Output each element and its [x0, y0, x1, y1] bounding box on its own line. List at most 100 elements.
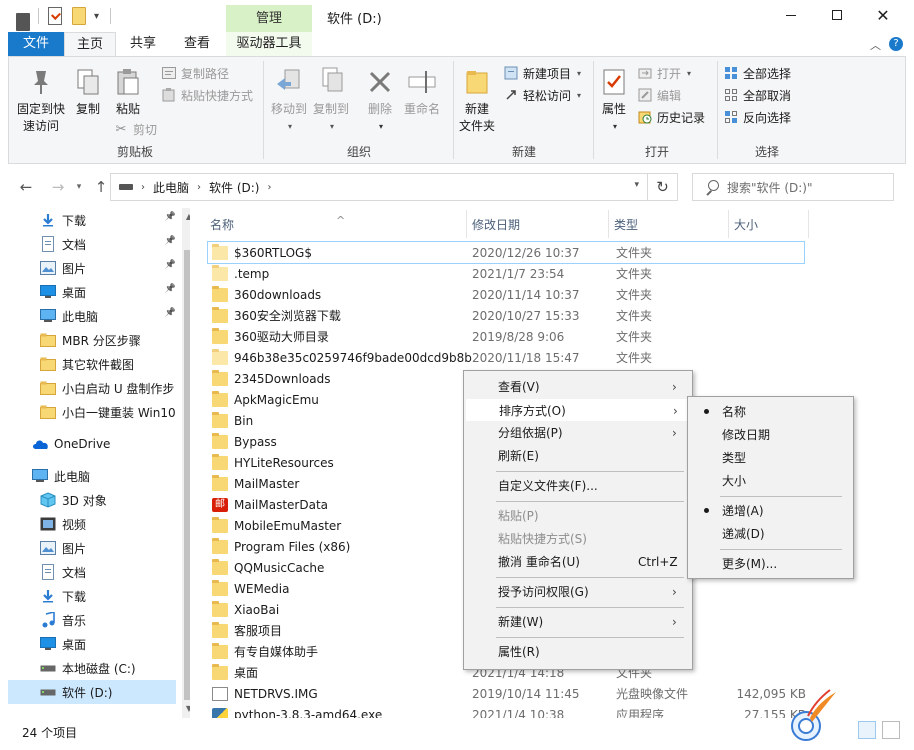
menu-item-give-access[interactable]: 授予访问权限(G) ›	[466, 581, 690, 603]
file-row[interactable]: 360安全浏览器下载 2020/10/27 15:33 文件夹	[208, 305, 806, 326]
copy-to-button[interactable]: 复制到 ▾	[311, 65, 351, 135]
nav-item[interactable]: 此电脑	[8, 464, 176, 488]
file-row[interactable]: NETDRVS.IMG 2019/10/14 11:45 光盘映像文件 142,095…	[208, 683, 806, 704]
tab-share[interactable]: 共享	[122, 32, 164, 56]
file-row[interactable]: .temp 2021/1/7 23:54 文件夹	[208, 263, 806, 284]
scroll-up-icon[interactable]: ▲	[182, 210, 190, 224]
up-button[interactable]: ↑	[90, 176, 112, 198]
chevron-right-icon[interactable]: ›	[197, 182, 201, 193]
nav-item[interactable]: 其它软件截图	[8, 352, 176, 376]
nav-item[interactable]: 下载	[8, 584, 176, 608]
submenu-item-date-modified[interactable]: 修改日期	[690, 424, 851, 446]
submenu-item-size[interactable]: 大小	[690, 470, 851, 492]
column-header-type[interactable]: 类型	[608, 214, 728, 236]
manage-tab-group[interactable]: 管理	[226, 5, 312, 32]
nav-scroll-thumb[interactable]	[184, 250, 190, 700]
submenu-item-name[interactable]: 名称	[690, 401, 851, 423]
menu-item-view[interactable]: 查看(V) ›	[466, 376, 690, 398]
minimize-button[interactable]	[768, 0, 814, 30]
nav-item[interactable]: 桌面	[8, 632, 176, 656]
file-row[interactable]: 360downloads 2020/11/14 10:37 文件夹	[208, 284, 806, 305]
pin-quick-access-button[interactable]: 固定到快速访问	[13, 65, 69, 135]
file-row[interactable]: 360驱动大师目录 2019/8/28 9:06 文件夹	[208, 326, 806, 347]
nav-item[interactable]: 图片	[8, 536, 176, 560]
invert-selection-button[interactable]: 反向选择	[723, 107, 791, 127]
menu-item-customize-folder[interactable]: 自定义文件夹(F)...	[466, 475, 690, 497]
chevron-right-icon[interactable]: ›	[267, 182, 271, 193]
menu-item-paste-shortcut[interactable]: 粘贴快捷方式(S)	[466, 528, 690, 550]
breadcrumb-drive-d[interactable]: 软件 (D:)	[209, 179, 259, 196]
open-button[interactable]: 打开 ▾	[637, 63, 691, 83]
close-button[interactable]: ✕	[860, 0, 906, 30]
move-to-button[interactable]: 移动到 ▾	[269, 65, 309, 135]
history-button[interactable]: 历史记录	[637, 107, 705, 127]
nav-item[interactable]: 文档	[8, 560, 176, 584]
properties-quick-icon[interactable]	[48, 7, 62, 25]
new-item-button[interactable]: 新建项目 ▾	[503, 63, 581, 83]
new-folder-quick-icon[interactable]	[72, 7, 86, 25]
pin-icon[interactable]: 📌	[165, 260, 176, 270]
nav-item[interactable]: 下载 📌	[8, 208, 176, 232]
new-folder-button[interactable]: 新建 文件夹	[457, 65, 497, 135]
nav-item[interactable]: 音乐	[8, 608, 176, 632]
menu-item-new[interactable]: 新建(W) ›	[466, 611, 690, 633]
menu-item-properties[interactable]: 属性(R)	[466, 641, 690, 663]
menu-item-undo-rename[interactable]: 撤消 重命名(U) Ctrl+Z	[466, 551, 690, 573]
file-row[interactable]: python-3.8.3-amd64.exe 2021/1/4 10:38 应用程序…	[208, 704, 806, 718]
column-header-name[interactable]: ^ 名称	[204, 214, 464, 236]
back-button[interactable]: ←	[15, 176, 37, 198]
tab-drive-tools[interactable]: 驱动器工具	[226, 32, 312, 56]
copy-button[interactable]: 复制	[71, 65, 105, 118]
tab-view[interactable]: 查看	[176, 32, 218, 56]
properties-button[interactable]: 属性 ▾	[599, 65, 629, 135]
recent-locations-button[interactable]: ▾	[72, 176, 86, 198]
pin-icon[interactable]: 📌	[165, 212, 176, 222]
chevron-right-icon[interactable]: ›	[141, 182, 145, 193]
nav-item[interactable]: 软件 (D:)	[8, 680, 176, 704]
nav-item[interactable]: 小白一键重装 Win10	[8, 400, 176, 424]
pin-icon[interactable]: 📌	[165, 284, 176, 294]
easy-access-button[interactable]: 轻松访问 ▾	[503, 85, 581, 105]
paste-shortcut-button[interactable]: 粘贴快捷方式	[161, 85, 253, 105]
edit-button[interactable]: 编辑	[637, 85, 681, 105]
file-row[interactable]: 946b38e35c0259746f9bade00dcd9b8b 2020/11/…	[208, 347, 806, 368]
breadcrumb-this-pc[interactable]: 此电脑	[153, 179, 189, 196]
nav-item[interactable]: OneDrive	[8, 432, 176, 456]
delete-button[interactable]: 删除 ▾	[365, 65, 395, 135]
nav-item[interactable]: 桌面 📌	[8, 280, 176, 304]
forward-button[interactable]: →	[47, 176, 69, 198]
submenu-item-type[interactable]: 类型	[690, 447, 851, 469]
pin-icon[interactable]: 📌	[165, 308, 176, 318]
details-view-icon[interactable]	[858, 721, 876, 739]
submenu-item-descending[interactable]: 递减(D)	[690, 523, 851, 545]
nav-item[interactable]: 本地磁盘 (C:)	[8, 656, 176, 680]
nav-item[interactable]: 视频	[8, 512, 176, 536]
tab-file[interactable]: 文件	[8, 32, 64, 56]
column-header-size[interactable]: 大小	[728, 214, 808, 236]
menu-item-refresh[interactable]: 刷新(E)	[466, 445, 690, 467]
nav-item[interactable]: 图片 📌	[8, 256, 176, 280]
address-bar[interactable]: › 此电脑 › 软件 (D:) › ▾	[110, 173, 648, 201]
search-input[interactable]: 搜索"软件 (D:)"	[692, 173, 894, 201]
tab-home[interactable]: 主页	[64, 32, 116, 56]
large-icons-view-icon[interactable]	[882, 721, 900, 739]
menu-item-sort-by[interactable]: 排序方式(O) ›	[466, 399, 690, 421]
address-dropdown-icon[interactable]: ▾	[634, 180, 639, 190]
submenu-item-more[interactable]: 更多(M)...	[690, 553, 851, 575]
scroll-down-icon[interactable]: ▼	[182, 702, 190, 716]
select-all-button[interactable]: 全部选择	[723, 63, 791, 83]
pin-icon[interactable]: 📌	[165, 236, 176, 246]
rename-button[interactable]: 重命名	[401, 65, 443, 118]
menu-item-paste[interactable]: 粘贴(P)	[466, 505, 690, 527]
customize-quick-access-icon[interactable]: ▾	[94, 7, 104, 25]
collapse-ribbon-icon[interactable]: ︿	[870, 37, 881, 53]
nav-item[interactable]: 3D 对象	[8, 488, 176, 512]
nav-pane-scrollbar[interactable]: ▲ ▼	[182, 208, 190, 718]
file-row[interactable]: $360RTLOG$ 2020/12/26 10:37 文件夹	[207, 241, 805, 264]
column-divider[interactable]	[808, 210, 809, 238]
help-icon[interactable]: ?	[889, 37, 903, 51]
maximize-button[interactable]	[814, 0, 860, 30]
nav-item[interactable]: MBR 分区步骤	[8, 328, 176, 352]
menu-item-group-by[interactable]: 分组依据(P) ›	[466, 422, 690, 444]
copy-path-button[interactable]: 复制路径	[161, 63, 229, 83]
